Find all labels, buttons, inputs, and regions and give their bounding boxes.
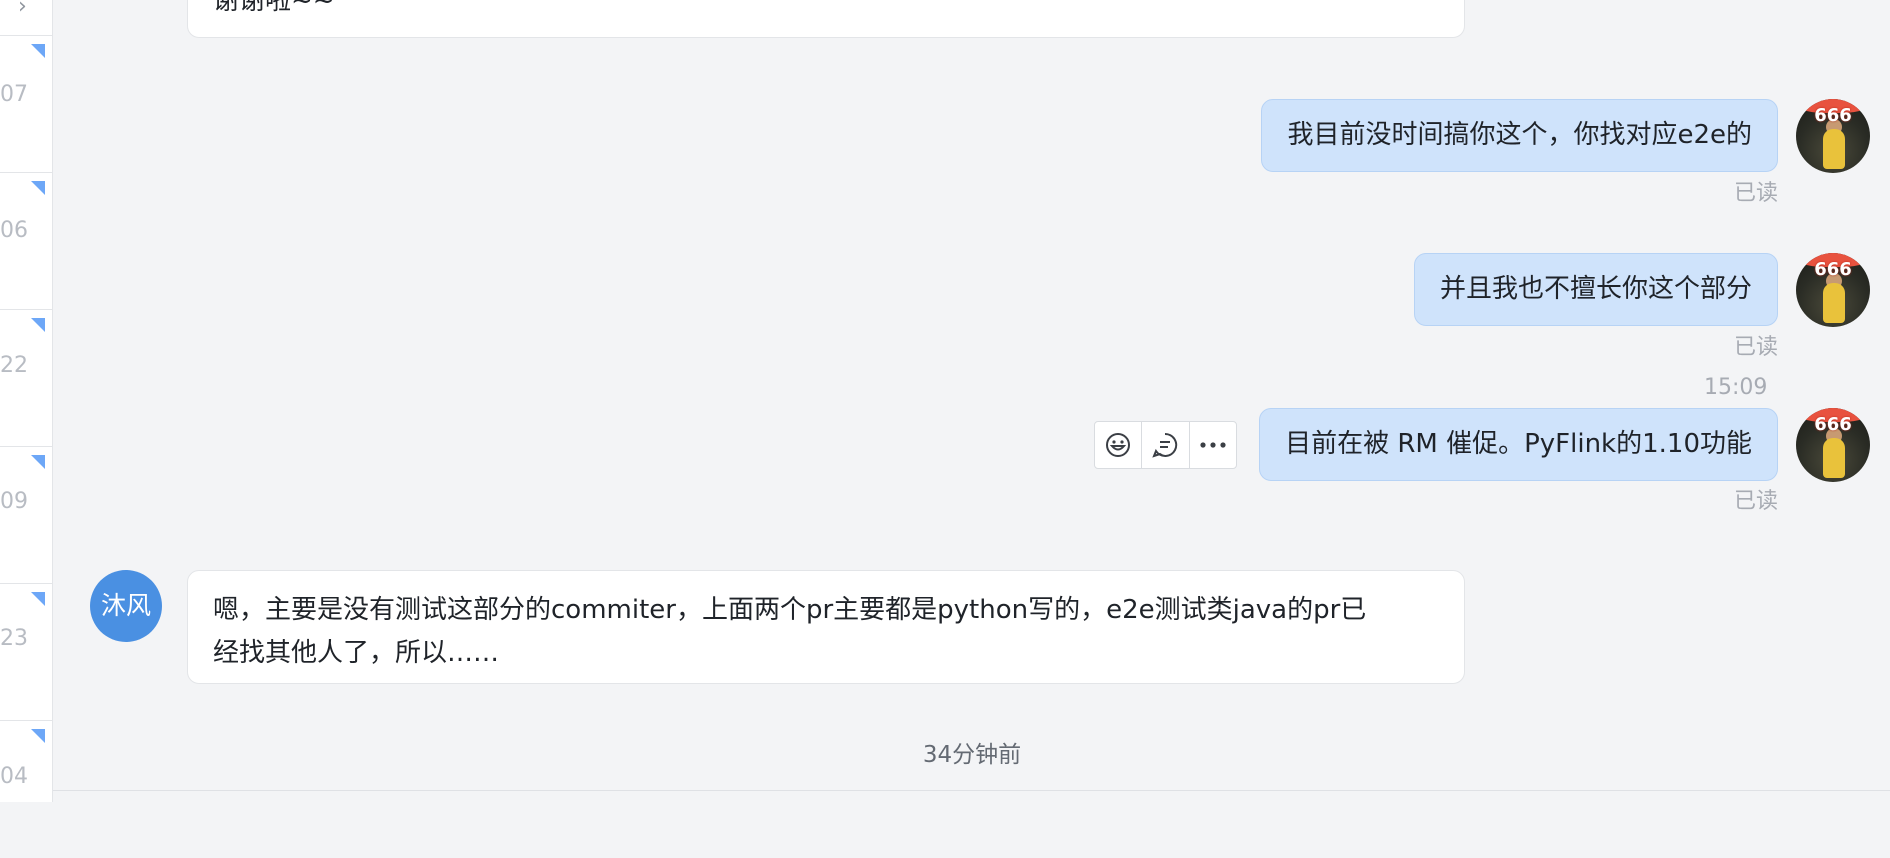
pin-corner-icon bbox=[31, 592, 45, 606]
pin-corner-icon bbox=[31, 455, 45, 469]
chevron-right-icon[interactable]: › bbox=[18, 0, 27, 19]
more-button[interactable] bbox=[1190, 422, 1236, 468]
avatar-decoration bbox=[1823, 129, 1845, 169]
chat-list-item[interactable]: 23 bbox=[0, 584, 53, 721]
chat-list-item[interactable]: 22 bbox=[0, 310, 53, 447]
message-text: 经找其他人了，所以…… bbox=[213, 638, 500, 668]
avatar-badge-666: 666 bbox=[1814, 105, 1852, 126]
reply-icon bbox=[1152, 432, 1178, 458]
pin-corner-icon bbox=[31, 44, 45, 58]
chat-list-date: 07 bbox=[0, 82, 28, 107]
message-text: 并且我也不擅长你这个部分 bbox=[1439, 274, 1752, 304]
chat-list-date: 09 bbox=[0, 489, 28, 514]
divider bbox=[53, 790, 1890, 791]
read-status: 已读 bbox=[1733, 335, 1778, 360]
message-bubble-incoming[interactable]: 谢谢啦~~ bbox=[187, 0, 1465, 38]
avatar-decoration bbox=[1823, 438, 1845, 478]
chat-list-date: 23 bbox=[0, 626, 28, 651]
avatar[interactable]: 666 bbox=[1796, 253, 1870, 327]
emoji-reaction-button[interactable] bbox=[1095, 422, 1143, 468]
pin-corner-icon bbox=[31, 181, 45, 195]
avatar-badge-666: 666 bbox=[1814, 414, 1852, 435]
read-status: 已读 bbox=[1733, 181, 1778, 206]
message-bubble-outgoing[interactable]: 并且我也不擅长你这个部分 bbox=[1413, 253, 1778, 326]
read-status: 已读 bbox=[1733, 489, 1778, 514]
chat-list-date: 04 bbox=[0, 764, 28, 789]
chat-list-date: 22 bbox=[0, 353, 28, 378]
chat-list-item[interactable]: 09 bbox=[0, 447, 53, 584]
time-divider: 34分钟前 bbox=[922, 742, 1022, 768]
chat-list-date: 06 bbox=[0, 218, 28, 243]
message-text: 嗯，主要是没有测试这部分的commiter，上面两个pr主要都是python写的… bbox=[213, 595, 1367, 625]
reply-button[interactable] bbox=[1142, 422, 1190, 468]
message-bubble-outgoing[interactable]: 目前在被 RM 催促。PyFlink的1.10功能 bbox=[1259, 408, 1778, 481]
message-text: 谢谢啦~~ bbox=[213, 0, 335, 16]
avatar-badge-666: 666 bbox=[1814, 259, 1852, 280]
avatar[interactable]: 666 bbox=[1796, 408, 1870, 482]
message-text: 目前在被 RM 催促。PyFlink的1.10功能 bbox=[1285, 429, 1752, 459]
chat-list-item[interactable]: 06 bbox=[0, 173, 53, 310]
chat-list-item[interactable]: 07 bbox=[0, 36, 53, 173]
message-time: 15:09 bbox=[1704, 375, 1768, 400]
avatar[interactable]: 沐风 bbox=[90, 570, 162, 642]
message-text: 我目前没时间搞你这个，你找对应e2e的 bbox=[1287, 120, 1752, 150]
chat-list-strip: › 07 06 22 09 23 04 bbox=[0, 0, 53, 802]
avatar-decoration bbox=[1823, 283, 1845, 323]
message-bubble-incoming[interactable]: 嗯，主要是没有测试这部分的commiter，上面两个pr主要都是python写的… bbox=[187, 570, 1465, 684]
message-bubble-outgoing[interactable]: 我目前没时间搞你这个，你找对应e2e的 bbox=[1261, 99, 1778, 172]
more-icon bbox=[1200, 442, 1226, 448]
emoji-icon bbox=[1106, 433, 1131, 457]
pin-corner-icon bbox=[31, 318, 45, 332]
message-action-bar bbox=[1094, 421, 1237, 469]
avatar[interactable]: 666 bbox=[1796, 99, 1870, 173]
